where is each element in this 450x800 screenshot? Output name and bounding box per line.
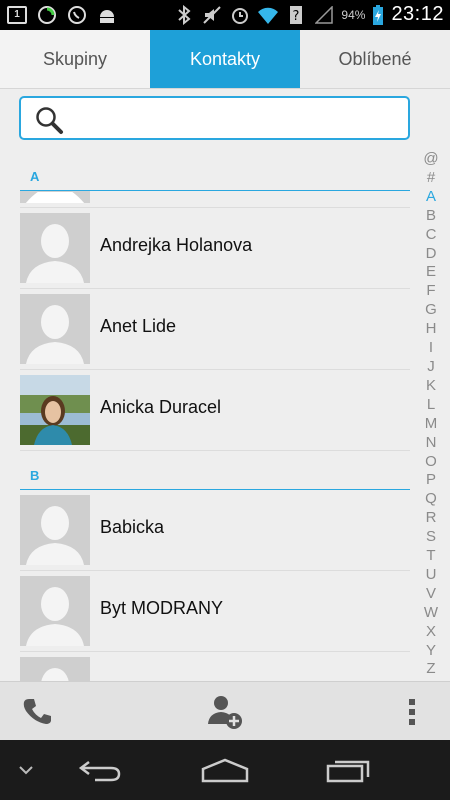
tab-favorites[interactable]: Oblíbené [300, 30, 450, 88]
status-bar: 1 ? 94% 23:12 [0, 0, 450, 30]
tab-contacts[interactable]: Kontakty [150, 30, 300, 88]
action-bar [0, 681, 450, 740]
navigation-bar [0, 740, 450, 800]
whatsapp-icon [66, 4, 88, 26]
contact-photo [20, 375, 90, 445]
index-letter[interactable]: K [426, 377, 436, 396]
default-avatar-icon [20, 294, 90, 364]
index-letter[interactable]: C [426, 226, 437, 245]
contact-name: Anicka Duracel [100, 397, 222, 417]
bluetooth-icon [173, 4, 195, 26]
index-letter[interactable]: @ [423, 150, 438, 169]
index-letter[interactable]: F [426, 282, 435, 301]
index-letter[interactable]: L [427, 396, 435, 415]
tab-label: Oblíbené [338, 48, 412, 69]
contact-name: Byt MODRANY [100, 598, 224, 618]
recent-apps-icon[interactable] [324, 752, 374, 788]
back-icon[interactable] [75, 752, 125, 788]
index-letter[interactable]: D [426, 245, 437, 264]
search-icon [34, 105, 64, 135]
notification-count: 1 [7, 6, 27, 24]
question-icon: ? [285, 4, 307, 26]
alphabet-index[interactable]: @ # A B C D E F G H I J K L M N O P Q R … [420, 150, 442, 679]
battery-percent: 94% [341, 7, 366, 22]
index-letter[interactable]: X [426, 623, 436, 642]
section-header-b: B [20, 465, 410, 490]
clock: 23:12 [391, 3, 444, 25]
index-letter[interactable]: B [426, 207, 436, 226]
index-letter[interactable]: Y [426, 642, 436, 661]
tab-groups[interactable]: Skupiny [0, 30, 150, 88]
mute-icon [201, 4, 223, 26]
index-letter[interactable]: E [426, 263, 436, 282]
default-avatar-icon [20, 576, 90, 646]
index-letter[interactable]: R [426, 509, 437, 528]
index-letter[interactable]: J [427, 358, 435, 377]
index-letter[interactable]: # [427, 169, 435, 188]
contact-row[interactable]: Byt MODRANY [20, 571, 410, 652]
section-letter: A [30, 169, 40, 184]
index-letter[interactable]: M [425, 415, 438, 434]
phone-icon[interactable] [18, 692, 58, 732]
contact-row[interactable]: Anet Lide [20, 289, 410, 370]
index-letter[interactable]: I [429, 339, 433, 358]
index-letter[interactable]: W [424, 604, 438, 623]
hide-keyboard-icon[interactable] [14, 752, 38, 788]
section-header-a: A [20, 166, 410, 191]
index-letter[interactable]: Z [426, 660, 435, 679]
contact-row[interactable]: Babicka [20, 490, 410, 571]
contact-name: Andrejka Holanova [100, 235, 253, 255]
index-letter[interactable]: V [426, 585, 436, 604]
section-letter: B [30, 468, 40, 483]
index-letter[interactable]: P [426, 471, 436, 490]
index-letter[interactable]: S [426, 528, 436, 547]
search-box[interactable] [19, 96, 410, 140]
index-letter[interactable]: Q [425, 490, 437, 509]
battery-charging-icon [371, 4, 385, 26]
tab-label: Kontakty [189, 48, 261, 69]
index-letter[interactable]: G [425, 301, 437, 320]
index-letter[interactable]: A [426, 188, 436, 207]
alarm-icon [229, 4, 251, 26]
index-letter[interactable]: H [426, 320, 437, 339]
notification-count-icon: 1 [6, 4, 28, 26]
add-contact-icon[interactable] [205, 692, 245, 732]
contact-row[interactable]: Andrejka Holanova [20, 208, 410, 289]
overflow-menu-icon[interactable] [392, 692, 432, 732]
index-letter[interactable]: U [426, 566, 437, 585]
android-icon [96, 4, 118, 26]
default-avatar-icon [20, 213, 90, 283]
signal-icon [313, 4, 335, 26]
home-icon[interactable] [198, 752, 252, 788]
avatar [20, 191, 90, 203]
tab-bar: Skupiny Kontakty Oblíbené [0, 30, 450, 89]
contact-name: Anet Lide [100, 316, 177, 336]
default-avatar-icon [20, 495, 90, 565]
avatar [20, 657, 90, 681]
index-letter[interactable]: T [426, 547, 435, 566]
sync-icon [36, 4, 58, 26]
search-input[interactable] [73, 104, 407, 134]
index-letter[interactable]: O [425, 453, 437, 472]
index-letter[interactable]: N [426, 434, 437, 453]
contact-name: Babicka [100, 517, 165, 537]
svg-text:?: ? [293, 9, 300, 24]
contact-row[interactable]: Anicka Duracel [20, 370, 410, 451]
tab-label: Skupiny [42, 48, 108, 69]
wifi-icon [257, 4, 279, 26]
